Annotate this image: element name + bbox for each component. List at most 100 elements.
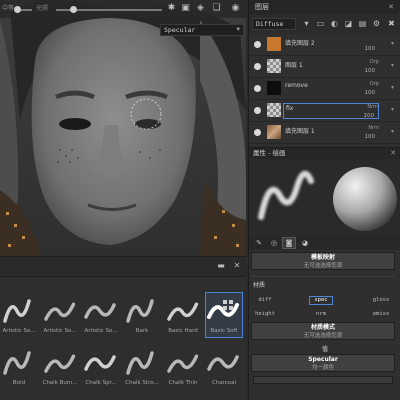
properties-panel-title: 属性 - 绘画 ✕ — [249, 148, 400, 159]
layer-row[interactable]: fix Nrm 100 ▾ — [249, 100, 400, 122]
chevron-down-icon[interactable]: ▾ — [391, 40, 397, 47]
chevron-down-icon[interactable]: ▾ — [391, 128, 397, 135]
layer-opacity[interactable]: 100 — [364, 113, 375, 119]
layer-row[interactable]: remove Drp 100 ▾ — [249, 78, 400, 100]
sphere-tab-icon[interactable]: ◎ — [268, 238, 280, 248]
layer-thumbnail — [267, 37, 281, 51]
layers-title-text: 图层 — [255, 3, 269, 11]
chevron-down-icon: ▼ — [236, 26, 240, 33]
layer-thumbnail — [267, 103, 281, 117]
material-channel-select[interactable]: Diffuse — [252, 18, 296, 30]
layer-opacity[interactable]: 100 — [365, 68, 376, 74]
brush-preview — [249, 159, 400, 236]
stack-icon[interactable]: ❏ — [211, 3, 222, 14]
mask-icon[interactable]: ◪ — [343, 18, 354, 29]
layer-opacity[interactable]: 100 — [365, 90, 376, 96]
channel-nrm-button[interactable]: nrm — [309, 310, 333, 319]
channel-height-button[interactable]: height — [253, 310, 277, 319]
viewport-slider-2-knob[interactable] — [70, 6, 77, 13]
folder-icon[interactable]: ▤ — [357, 18, 368, 29]
close-icon[interactable]: ✕ — [232, 261, 242, 271]
brush-thumbnail — [207, 355, 239, 371]
brush-name: Chalk Thin — [168, 380, 198, 386]
brush-item[interactable]: Chalk Stro... — [124, 345, 160, 389]
3d-viewport[interactable]: 中等 光照 ✱ ▣ ◈ ❏ ◉ Specular ▼ — [0, 0, 246, 256]
brush-item[interactable]: Charcoal — [206, 345, 242, 389]
layer-row[interactable]: 填充图层 2 100 ▾ — [249, 34, 400, 56]
brush-name: Bark — [135, 328, 149, 334]
layer-blend-mode[interactable]: Nrm — [367, 104, 378, 110]
minimize-icon[interactable]: ▬ — [216, 261, 226, 271]
layer-name: remove — [285, 82, 308, 89]
brush-item[interactable]: Bold — [1, 345, 37, 389]
brush-thumbnail — [167, 301, 199, 321]
brush-thumbnail — [84, 303, 116, 319]
layers-toolbar: Diffuse ▾ ▭ ◐ ◪ ▤ ⚙ ✖ — [249, 14, 400, 34]
close-icon[interactable]: ✕ — [388, 0, 394, 14]
specular-color-bar[interactable] — [253, 376, 393, 384]
brush-name: Chalk Bum... — [42, 380, 78, 386]
channel-gloss-button[interactable]: gloss — [369, 296, 393, 305]
layer-blend-mode[interactable]: Drp — [370, 59, 379, 65]
visibility-eye-icon[interactable] — [254, 129, 261, 136]
brush-name: Artistic So... — [43, 328, 77, 334]
chevron-down-icon[interactable]: ▾ — [391, 106, 397, 113]
layer-opacity[interactable]: 100 — [365, 46, 376, 52]
new-layer-icon[interactable]: ▭ — [315, 18, 326, 29]
layer-row[interactable]: 填充图层 1 Nrm 100 ▾ — [249, 122, 400, 144]
viewport-slider-1-track[interactable] — [20, 9, 32, 11]
pie-tab-icon[interactable]: ◕ — [299, 238, 311, 248]
grid-view-icon[interactable] — [223, 300, 233, 310]
layer-row[interactable]: 图层 1 Drp 100 ▾ — [249, 56, 400, 78]
shelf-header: ▬ ✕ — [0, 257, 246, 277]
chevron-down-icon[interactable]: ▾ — [391, 84, 397, 91]
brush-item[interactable]: Bark — [124, 293, 160, 337]
effects-icon[interactable]: ⚙ — [371, 18, 382, 29]
brush-item[interactable]: Artistic So... — [83, 293, 119, 337]
close-icon[interactable]: ✕ — [390, 148, 396, 159]
visibility-eye-icon[interactable] — [254, 63, 261, 70]
channel-spec-button[interactable]: spec — [309, 296, 333, 305]
brush-item[interactable]: Chalk Bum... — [42, 345, 78, 389]
layer-name: fix — [286, 105, 294, 112]
cube-icon[interactable]: ◈ — [195, 3, 206, 14]
chevron-down-icon[interactable]: ▾ — [391, 62, 397, 69]
brush-name: Chalk Spr... — [85, 380, 117, 386]
projection-section[interactable]: 模板映射 无可选选择您源 — [251, 252, 395, 270]
layer-name: 图层 1 — [285, 62, 303, 69]
layer-name: 填充图层 1 — [285, 128, 315, 135]
channel-select-value: Specular — [164, 26, 196, 34]
brush-item[interactable]: Artistic So... — [1, 293, 37, 337]
delete-icon[interactable]: ✖ — [386, 18, 397, 29]
layer-blend-mode[interactable]: Nrm — [368, 125, 379, 131]
viewport-toolbar: 中等 光照 ✱ ▣ ◈ ❏ ◉ — [0, 0, 246, 18]
visibility-eye-icon[interactable] — [254, 107, 261, 114]
viewport-slider-1-knob[interactable] — [14, 6, 21, 13]
brush-tab-icon[interactable]: ✎ — [253, 238, 265, 248]
channel-diff-button[interactable]: diff — [253, 296, 277, 305]
viewport-channel-select[interactable]: Specular ▼ — [160, 24, 244, 36]
material-select-value: Diffuse — [256, 20, 284, 28]
brush-item[interactable]: Chalk Thin — [165, 345, 201, 389]
screenshot-icon[interactable]: ◉ — [230, 3, 241, 14]
visibility-eye-icon[interactable] — [254, 41, 261, 48]
channel-emiss-button[interactable]: emiss — [369, 310, 393, 319]
visibility-eye-icon[interactable] — [254, 85, 261, 92]
brush-item[interactable]: Artistic So... — [42, 293, 78, 337]
layer-blend-mode[interactable]: Drp — [370, 81, 379, 87]
camera-icon[interactable]: ▣ — [180, 3, 191, 14]
brush-item[interactable]: Basic Hard — [165, 293, 201, 337]
viewport-render[interactable] — [0, 0, 246, 256]
material-mode-subtitle: 无可选选择您源 — [303, 333, 343, 339]
properties-title-text: 属性 - 绘画 — [253, 149, 286, 157]
chevron-down-icon[interactable]: ▾ — [301, 18, 312, 29]
specular-section[interactable]: Specular 均一颜色 — [251, 354, 395, 372]
brush-item[interactable]: Chalk Spr... — [83, 345, 119, 389]
settings-icon[interactable]: ✱ — [166, 3, 177, 14]
material-mode-section[interactable]: 材质模式 无可选选择您源 — [251, 322, 395, 340]
layer-opacity[interactable]: 100 — [365, 134, 376, 140]
properties-tabs: ✎ ◎ ◙ ◕ — [249, 236, 400, 250]
square-tab-icon[interactable]: ◙ — [282, 237, 296, 249]
fill-layer-icon[interactable]: ◐ — [329, 18, 340, 29]
brush-name: Bold — [12, 380, 26, 386]
